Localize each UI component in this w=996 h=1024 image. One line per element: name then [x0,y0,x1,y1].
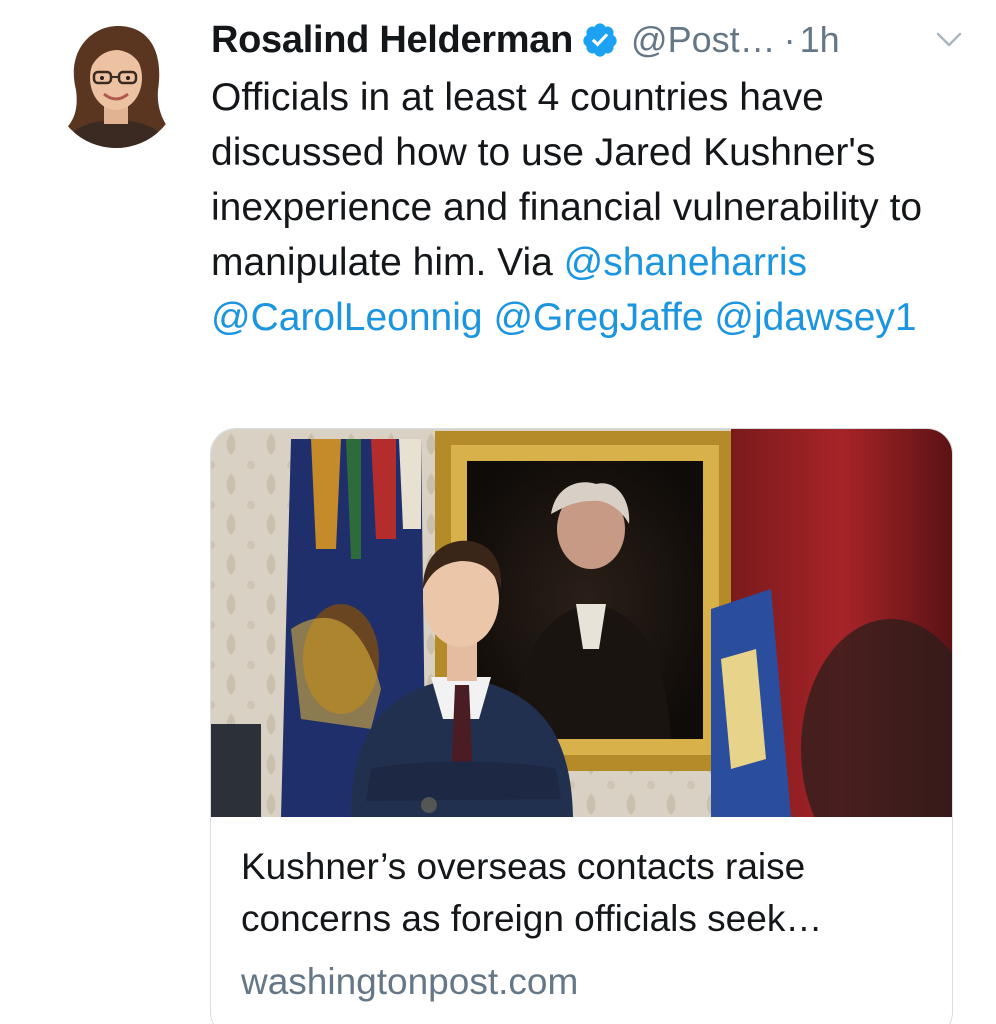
tweet-text: Officials in at least 4 countries have d… [211,70,971,345]
mention-link[interactable]: @CarolLeonnig [211,296,483,339]
chevron-down-icon[interactable] [932,23,966,57]
link-card[interactable]: Kushner’s overseas contacts raise concer… [210,428,953,1024]
avatar-image [52,20,180,148]
card-title[interactable]: Kushner’s overseas contacts raise concer… [241,841,931,945]
separator-dot: · [783,19,796,60]
verified-badge-icon [581,21,619,59]
display-name[interactable]: Rosalind Helderman [211,19,573,62]
tweet[interactable]: Rosalind Helderman @Post… · 1h Officials… [0,0,996,1024]
card-domain: washingtonpost.com [241,961,579,1002]
card-image [211,429,952,817]
mention-link[interactable]: @GregJaffe [493,296,703,339]
mention-link[interactable]: @shaneharris [564,241,807,284]
tweet-header: Rosalind Helderman @Post… · 1h [211,14,966,66]
timestamp[interactable]: 1h [800,19,840,61]
author-handle[interactable]: @Post… [631,19,776,61]
mention-link[interactable]: @jdawsey1 [714,296,916,339]
avatar[interactable] [52,20,180,148]
